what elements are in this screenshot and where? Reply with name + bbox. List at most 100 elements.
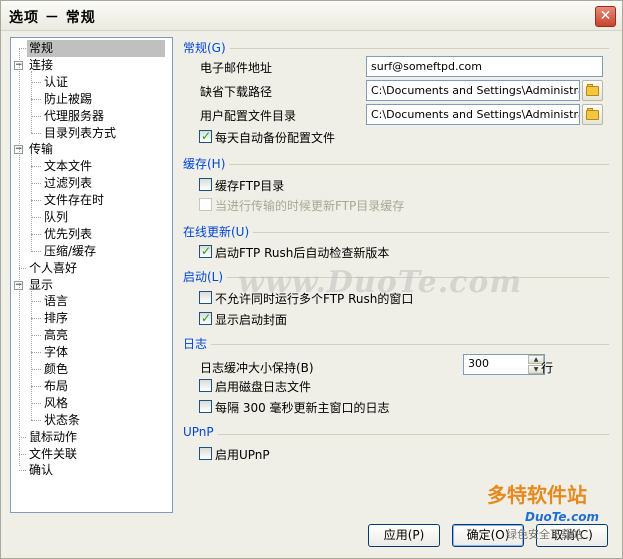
cache-ftp-label: 缓存FTP目录 <box>215 179 285 193</box>
cache-section: 缓存(H) <box>183 155 609 172</box>
tree-item[interactable]: 代理服务器 <box>42 108 104 125</box>
disk-log-checkbox[interactable] <box>199 379 212 392</box>
log-buffer-label: 日志缓冲大小保持(B) <box>200 361 314 375</box>
online-update-section-title: 在线更新(U) <box>183 223 254 240</box>
auto-check-update-checkbox[interactable]: ✓ <box>199 244 212 258</box>
tree-connector <box>31 386 41 387</box>
tree-item[interactable]: 防止被踢 <box>42 91 92 108</box>
tree-item-label: 个人喜好 <box>29 261 78 275</box>
tree-item-label: 语言 <box>44 294 69 308</box>
download-path-field[interactable]: C:\Documents and Settings\Administrator\… <box>366 80 580 101</box>
tree-connector <box>19 48 20 466</box>
tree-connector <box>31 369 41 370</box>
log-refresh-label: 每隔 300 毫秒更新主窗口的日志 <box>215 401 390 415</box>
tree-connector <box>31 166 41 167</box>
daily-backup-label: 每天自动备份配置文件 <box>215 131 336 145</box>
tree-connector <box>31 155 32 250</box>
section-divider <box>183 48 609 49</box>
folder-icon <box>586 110 599 120</box>
upnp-section-title: UPnP <box>183 425 218 439</box>
title-bar[interactable]: 选项 － 常规 ✕ <box>1 1 622 31</box>
tree-connector <box>31 420 41 421</box>
tree-connector <box>31 234 41 235</box>
tree-item-label: 优先列表 <box>44 227 93 241</box>
tree-item-label: 风格 <box>44 396 69 410</box>
log-section: 日志 <box>183 335 609 352</box>
tree-item[interactable]: 确认 <box>27 462 53 479</box>
tree-item-label: 目录列表方式 <box>44 126 117 140</box>
update-cache-checkbox[interactable] <box>199 198 212 211</box>
tree-item[interactable]: 优先列表 <box>42 226 92 243</box>
tree-item-label: 认证 <box>44 75 69 89</box>
log-section-title: 日志 <box>183 335 212 352</box>
tree-item[interactable]: 过滤列表 <box>42 175 92 192</box>
log-buffer-unit: 行 <box>541 361 554 375</box>
tree-connector <box>19 48 26 49</box>
tree-connector <box>31 133 41 134</box>
daily-backup-checkbox[interactable]: ✓ <box>199 129 212 143</box>
tree-item[interactable]: 认证 <box>42 74 68 91</box>
watermark-logo: 多特软件站 <box>487 483 587 507</box>
email-label: 电子邮件地址 <box>200 61 273 75</box>
log-refresh-checkbox[interactable] <box>199 400 212 413</box>
tree-item-label: 防止被踢 <box>44 92 93 106</box>
tree-item[interactable]: 语言 <box>42 293 68 310</box>
tree-connector <box>31 251 41 252</box>
disk-log-label: 启用磁盘日志文件 <box>215 380 312 394</box>
tree-item[interactable]: 排序 <box>42 310 68 327</box>
cache-section-title: 缓存(H) <box>183 155 230 172</box>
tree-connector <box>31 82 41 83</box>
browse-profile-button[interactable] <box>582 104 603 125</box>
tree-connector <box>31 217 41 218</box>
options-tree[interactable]: 常规 连接 − 认证 防止被踢 代理服务器 目录列表方式 传输 − 文本文件 过滤列表 文件存在时 队列… <box>10 37 173 513</box>
tree-item[interactable]: 颜色 <box>42 361 68 378</box>
tree-item-label: 文件存在时 <box>44 193 105 207</box>
tree-item[interactable]: 状态条 <box>42 412 80 429</box>
tree-connector <box>31 99 41 100</box>
options-dialog: 选项 － 常规 ✕ 常规 连接 − 认证 防止被踢 代理服务器 目录列表方式 传输 − 文本文件过… <box>0 0 623 559</box>
tree-connector <box>31 403 41 404</box>
tree-item-label: 连接 <box>29 58 54 72</box>
show-splash-checkbox[interactable]: ✓ <box>199 311 212 325</box>
tree-connector <box>31 71 32 133</box>
tree-item[interactable]: 文件关联 <box>27 446 77 463</box>
cache-ftp-checkbox[interactable] <box>199 178 212 191</box>
tree-item[interactable]: 常规 <box>27 40 165 57</box>
apply-button[interactable]: 应用(P) <box>368 524 440 547</box>
upnp-section: UPnP <box>183 425 609 441</box>
tree-item[interactable]: 字体 <box>42 344 68 361</box>
tree-connector <box>31 116 41 117</box>
check-icon: ✓ <box>201 311 212 325</box>
tree-item[interactable]: 目录列表方式 <box>42 125 116 142</box>
no-multi-instance-checkbox[interactable] <box>199 291 212 304</box>
tree-item[interactable]: 风格 <box>42 395 68 412</box>
tree-item-label: 文本文件 <box>44 159 93 173</box>
enable-upnp-checkbox[interactable] <box>199 447 212 460</box>
window-title: 选项 － 常规 <box>9 10 96 26</box>
section-divider <box>183 434 609 435</box>
browse-download-button[interactable] <box>582 80 603 101</box>
tree-item-label: 确认 <box>29 463 54 477</box>
tree-item[interactable]: 压缩/缓存 <box>42 243 96 260</box>
tree-connector <box>31 352 41 353</box>
tree-item[interactable]: 鼠标动作 <box>27 429 77 446</box>
tree-connector <box>31 183 41 184</box>
tree-item-label: 压缩/缓存 <box>44 244 97 258</box>
tree-item[interactable]: 文件存在时 <box>42 192 104 209</box>
tree-item[interactable]: 高亮 <box>42 327 68 344</box>
tree-item-label: 鼠标动作 <box>29 430 78 444</box>
section-divider <box>183 344 609 345</box>
email-field[interactable]: surf@someftpd.com <box>366 56 603 77</box>
tree-item-label: 常规 <box>29 41 54 55</box>
tree-item-label: 显示 <box>29 278 54 292</box>
log-buffer-spinner[interactable]: 300 ▲ ▼ <box>463 354 545 375</box>
profile-dir-field[interactable]: C:\Documents and Settings\Administrator\… <box>366 104 580 125</box>
tree-item[interactable]: 队列 <box>42 209 68 226</box>
tree-item-label: 字体 <box>44 345 69 359</box>
tree-item[interactable]: 布局 <box>42 378 68 395</box>
tree-item[interactable]: 文本文件 <box>42 158 92 175</box>
update-cache-label: 当进行传输的时候更新FTP目录缓存 <box>215 199 405 213</box>
section-divider <box>183 164 609 165</box>
tree-item[interactable]: 个人喜好 <box>27 260 77 277</box>
close-button[interactable]: ✕ <box>595 6 616 27</box>
